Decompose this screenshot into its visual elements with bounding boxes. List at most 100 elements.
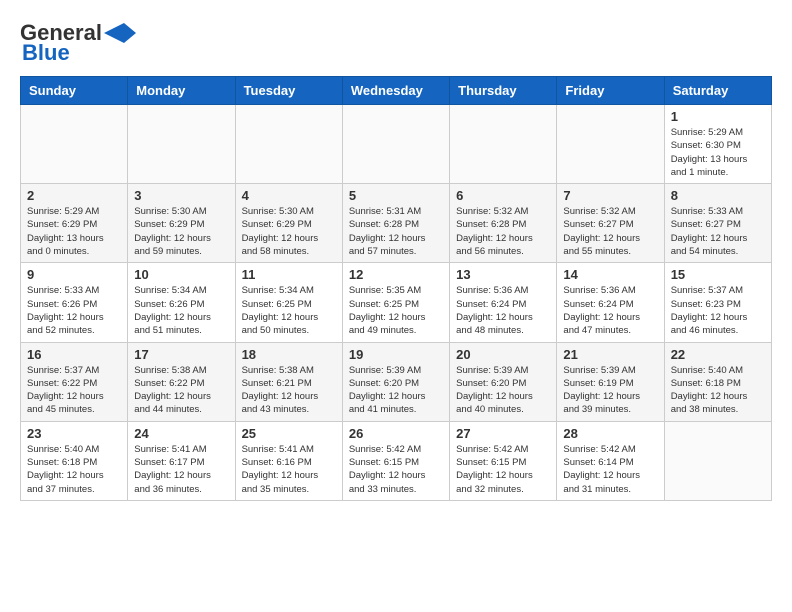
calendar-cell: 5 Sunrise: 5:31 AM Sunset: 6:28 PM Daylig…: [342, 184, 449, 263]
day-number: 1: [671, 109, 765, 124]
calendar-week-row: 2 Sunrise: 5:29 AM Sunset: 6:29 PM Daylig…: [21, 184, 772, 263]
weekday-header-sunday: Sunday: [21, 77, 128, 105]
calendar-cell: 15 Sunrise: 5:37 AM Sunset: 6:23 PM Dayli…: [664, 263, 771, 342]
calendar-cell: 28 Sunrise: 5:42 AM Sunset: 6:14 PM Dayli…: [557, 421, 664, 500]
day-number: 17: [134, 347, 228, 362]
calendar-cell: 14Sunrise: 5:36 AM Sunset: 6:24 PM Dayli…: [557, 263, 664, 342]
calendar-cell: [235, 105, 342, 184]
day-info: Sunrise: 5:30 AM Sunset: 6:29 PM Dayligh…: [242, 205, 336, 258]
day-info: Sunrise: 5:37 AM Sunset: 6:23 PM Dayligh…: [671, 284, 765, 337]
day-number: 2: [27, 188, 121, 203]
calendar-cell: 11Sunrise: 5:34 AM Sunset: 6:25 PM Dayli…: [235, 263, 342, 342]
weekday-header-monday: Monday: [128, 77, 235, 105]
day-info: Sunrise: 5:32 AM Sunset: 6:28 PM Dayligh…: [456, 205, 550, 258]
day-info: Sunrise: 5:39 AM Sunset: 6:20 PM Dayligh…: [456, 364, 550, 417]
calendar-cell: 21 Sunrise: 5:39 AM Sunset: 6:19 PM Dayli…: [557, 342, 664, 421]
calendar-cell: [21, 105, 128, 184]
calendar-week-row: 23 Sunrise: 5:40 AM Sunset: 6:18 PM Dayli…: [21, 421, 772, 500]
calendar-cell: 27 Sunrise: 5:42 AM Sunset: 6:15 PM Dayli…: [450, 421, 557, 500]
calendar-cell: 2 Sunrise: 5:29 AM Sunset: 6:29 PM Daylig…: [21, 184, 128, 263]
calendar-cell: 3 Sunrise: 5:30 AM Sunset: 6:29 PM Daylig…: [128, 184, 235, 263]
calendar-cell: 25 Sunrise: 5:41 AM Sunset: 6:16 PM Dayli…: [235, 421, 342, 500]
day-number: 20: [456, 347, 550, 362]
day-info: Sunrise: 5:34 AM Sunset: 6:25 PM Dayligh…: [242, 284, 336, 337]
day-info: Sunrise: 5:42 AM Sunset: 6:15 PM Dayligh…: [456, 443, 550, 496]
calendar-cell: 12 Sunrise: 5:35 AM Sunset: 6:25 PM Dayli…: [342, 263, 449, 342]
calendar-cell: 6 Sunrise: 5:32 AM Sunset: 6:28 PM Daylig…: [450, 184, 557, 263]
day-number: 13: [456, 267, 550, 282]
day-info: Sunrise: 5:33 AM Sunset: 6:26 PM Dayligh…: [27, 284, 121, 337]
calendar-cell: 23 Sunrise: 5:40 AM Sunset: 6:18 PM Dayli…: [21, 421, 128, 500]
day-number: 7: [563, 188, 657, 203]
weekday-header-wednesday: Wednesday: [342, 77, 449, 105]
day-info: Sunrise: 5:39 AM Sunset: 6:20 PM Dayligh…: [349, 364, 443, 417]
calendar-cell: 4 Sunrise: 5:30 AM Sunset: 6:29 PM Daylig…: [235, 184, 342, 263]
calendar-week-row: 16Sunrise: 5:37 AM Sunset: 6:22 PM Dayli…: [21, 342, 772, 421]
calendar-cell: [557, 105, 664, 184]
calendar-cell: [450, 105, 557, 184]
weekday-header-row: SundayMondayTuesdayWednesdayThursdayFrid…: [21, 77, 772, 105]
calendar-cell: 7 Sunrise: 5:32 AM Sunset: 6:27 PM Daylig…: [557, 184, 664, 263]
day-info: Sunrise: 5:36 AM Sunset: 6:24 PM Dayligh…: [456, 284, 550, 337]
calendar-cell: 9 Sunrise: 5:33 AM Sunset: 6:26 PM Daylig…: [21, 263, 128, 342]
day-info: Sunrise: 5:34 AM Sunset: 6:26 PM Dayligh…: [134, 284, 228, 337]
calendar-table: SundayMondayTuesdayWednesdayThursdayFrid…: [20, 76, 772, 501]
calendar-cell: 17 Sunrise: 5:38 AM Sunset: 6:22 PM Dayli…: [128, 342, 235, 421]
day-number: 3: [134, 188, 228, 203]
logo: General Blue: [20, 20, 136, 66]
calendar-cell: 24Sunrise: 5:41 AM Sunset: 6:17 PM Dayli…: [128, 421, 235, 500]
day-info: Sunrise: 5:39 AM Sunset: 6:19 PM Dayligh…: [563, 364, 657, 417]
day-info: Sunrise: 5:31 AM Sunset: 6:28 PM Dayligh…: [349, 205, 443, 258]
day-info: Sunrise: 5:35 AM Sunset: 6:25 PM Dayligh…: [349, 284, 443, 337]
logo-blue: Blue: [22, 40, 70, 66]
calendar-cell: [342, 105, 449, 184]
day-info: Sunrise: 5:33 AM Sunset: 6:27 PM Dayligh…: [671, 205, 765, 258]
day-number: 21: [563, 347, 657, 362]
calendar-cell: [128, 105, 235, 184]
day-info: Sunrise: 5:37 AM Sunset: 6:22 PM Dayligh…: [27, 364, 121, 417]
day-number: 28: [563, 426, 657, 441]
calendar-cell: 13 Sunrise: 5:36 AM Sunset: 6:24 PM Dayli…: [450, 263, 557, 342]
day-number: 6: [456, 188, 550, 203]
logo-arrow-icon: [104, 23, 136, 43]
day-number: 9: [27, 267, 121, 282]
day-number: 8: [671, 188, 765, 203]
calendar-cell: 20 Sunrise: 5:39 AM Sunset: 6:20 PM Dayli…: [450, 342, 557, 421]
day-number: 10: [134, 267, 228, 282]
calendar-cell: 22 Sunrise: 5:40 AM Sunset: 6:18 PM Dayli…: [664, 342, 771, 421]
day-info: Sunrise: 5:42 AM Sunset: 6:15 PM Dayligh…: [349, 443, 443, 496]
day-number: 25: [242, 426, 336, 441]
weekday-header-friday: Friday: [557, 77, 664, 105]
weekday-header-thursday: Thursday: [450, 77, 557, 105]
calendar-cell: 18Sunrise: 5:38 AM Sunset: 6:21 PM Dayli…: [235, 342, 342, 421]
day-info: Sunrise: 5:32 AM Sunset: 6:27 PM Dayligh…: [563, 205, 657, 258]
day-info: Sunrise: 5:40 AM Sunset: 6:18 PM Dayligh…: [671, 364, 765, 417]
page-header: General Blue: [20, 20, 772, 66]
day-info: Sunrise: 5:36 AM Sunset: 6:24 PM Dayligh…: [563, 284, 657, 337]
day-number: 18: [242, 347, 336, 362]
calendar-cell: 19Sunrise: 5:39 AM Sunset: 6:20 PM Dayli…: [342, 342, 449, 421]
day-number: 23: [27, 426, 121, 441]
calendar-cell: [664, 421, 771, 500]
day-number: 4: [242, 188, 336, 203]
calendar-cell: 16Sunrise: 5:37 AM Sunset: 6:22 PM Dayli…: [21, 342, 128, 421]
day-info: Sunrise: 5:41 AM Sunset: 6:16 PM Dayligh…: [242, 443, 336, 496]
day-number: 12: [349, 267, 443, 282]
day-info: Sunrise: 5:38 AM Sunset: 6:22 PM Dayligh…: [134, 364, 228, 417]
calendar-cell: 26 Sunrise: 5:42 AM Sunset: 6:15 PM Dayli…: [342, 421, 449, 500]
calendar-cell: 1Sunrise: 5:29 AM Sunset: 6:30 PM Daylig…: [664, 105, 771, 184]
calendar-cell: 10 Sunrise: 5:34 AM Sunset: 6:26 PM Dayli…: [128, 263, 235, 342]
day-info: Sunrise: 5:42 AM Sunset: 6:14 PM Dayligh…: [563, 443, 657, 496]
day-number: 5: [349, 188, 443, 203]
calendar-cell: 8 Sunrise: 5:33 AM Sunset: 6:27 PM Daylig…: [664, 184, 771, 263]
day-info: Sunrise: 5:30 AM Sunset: 6:29 PM Dayligh…: [134, 205, 228, 258]
day-number: 26: [349, 426, 443, 441]
weekday-header-saturday: Saturday: [664, 77, 771, 105]
day-number: 24: [134, 426, 228, 441]
day-info: Sunrise: 5:29 AM Sunset: 6:29 PM Dayligh…: [27, 205, 121, 258]
day-number: 27: [456, 426, 550, 441]
day-number: 15: [671, 267, 765, 282]
day-number: 22: [671, 347, 765, 362]
day-info: Sunrise: 5:40 AM Sunset: 6:18 PM Dayligh…: [27, 443, 121, 496]
calendar-week-row: 9 Sunrise: 5:33 AM Sunset: 6:26 PM Daylig…: [21, 263, 772, 342]
